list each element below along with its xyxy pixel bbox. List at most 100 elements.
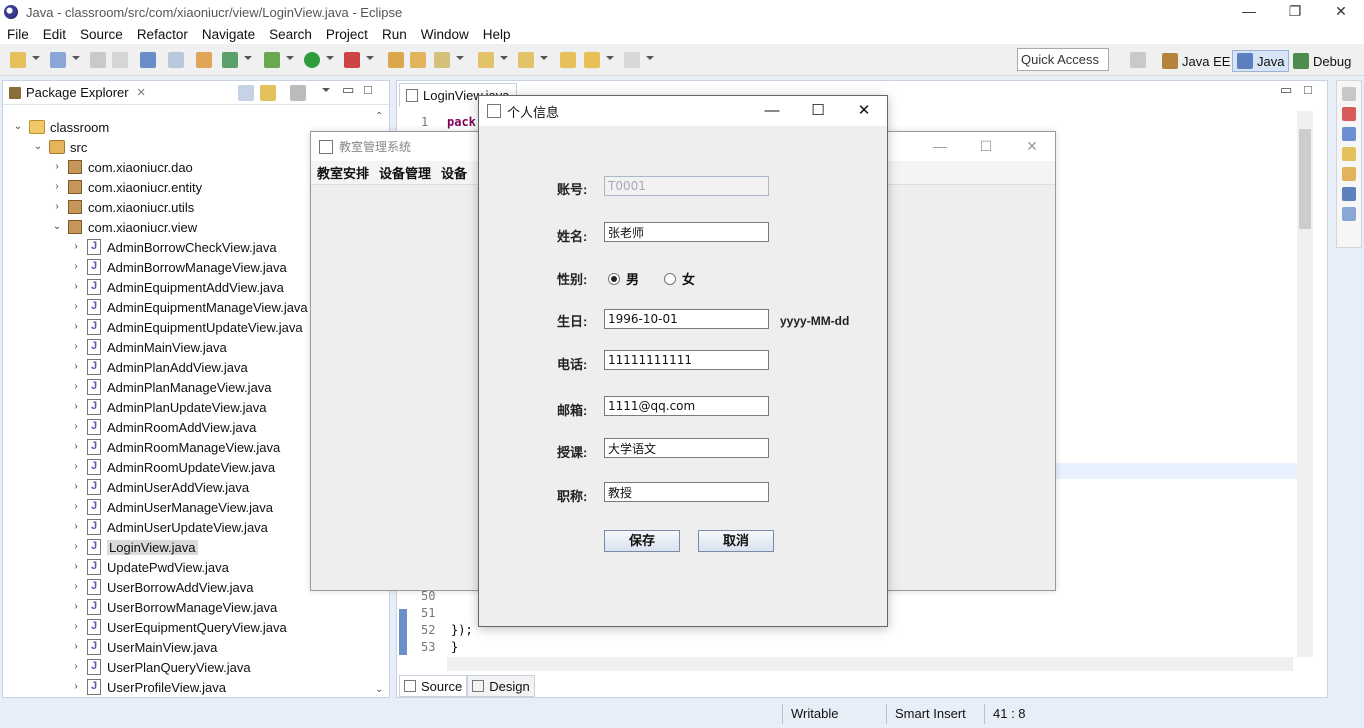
menu-window[interactable]: Window — [414, 27, 476, 42]
collapse-all-icon[interactable] — [238, 85, 254, 101]
tree-file-item[interactable]: › AdminPlanManageView.java — [71, 377, 272, 397]
chevron-down-icon[interactable]: ⌄ — [33, 142, 43, 152]
chevron-right-icon[interactable]: › — [71, 622, 81, 632]
chevron-right-icon[interactable]: › — [71, 562, 81, 572]
next-annotation-icon[interactable] — [478, 52, 494, 68]
chevron-down-icon[interactable]: ⌄ — [13, 122, 23, 132]
debug-icon[interactable] — [264, 52, 280, 68]
chevron-right-icon[interactable]: › — [71, 502, 81, 512]
outline-icon[interactable] — [1342, 207, 1356, 221]
terminal-icon[interactable] — [140, 52, 156, 68]
forward-icon[interactable] — [624, 52, 640, 68]
chevron-down-icon[interactable] — [606, 56, 614, 60]
tree-file-item[interactable]: › UpdatePwdView.java — [71, 557, 229, 577]
skip-breakpoints-icon[interactable] — [168, 52, 184, 68]
chevron-down-icon[interactable] — [244, 56, 252, 60]
chevron-right-icon[interactable]: › — [71, 242, 81, 252]
tree-file-item[interactable]: › AdminUserAddView.java — [71, 477, 249, 497]
tree-file-item[interactable]: › AdminUserManageView.java — [71, 497, 273, 517]
chevron-right-icon[interactable]: › — [52, 202, 62, 212]
email-field[interactable] — [604, 396, 769, 416]
close-button[interactable]: ✕ — [841, 96, 887, 126]
tab-source[interactable]: Source — [399, 675, 468, 697]
javadoc-icon[interactable] — [1342, 127, 1356, 141]
chevron-down-icon[interactable] — [72, 56, 80, 60]
back-icon[interactable] — [584, 52, 600, 68]
tree-file-item[interactable]: › AdminRoomManageView.java — [71, 437, 280, 457]
gender-female-radio[interactable]: 女 — [664, 269, 695, 288]
menu-classroom-arrangement[interactable]: 教室安排 — [317, 163, 369, 182]
editor-horizontal-scrollbar[interactable] — [447, 657, 1293, 671]
open-folder-icon[interactable] — [410, 52, 426, 68]
console-icon[interactable] — [1342, 187, 1356, 201]
previous-annotation-icon[interactable] — [518, 52, 534, 68]
chevron-down-icon[interactable] — [366, 56, 374, 60]
problems-icon[interactable] — [1342, 107, 1356, 121]
chevron-right-icon[interactable]: › — [71, 522, 81, 532]
chevron-down-icon[interactable] — [456, 56, 464, 60]
tree-file-item[interactable]: › AdminBorrowCheckView.java — [71, 237, 277, 257]
minimize-view-icon[interactable]: ▭ — [342, 82, 354, 98]
open-type-icon[interactable] — [388, 52, 404, 68]
tree-project-classroom[interactable]: ⌄ classroom — [13, 117, 109, 137]
maximize-editor-icon[interactable]: □ — [1304, 82, 1312, 97]
menu-navigate[interactable]: Navigate — [195, 27, 262, 42]
chevron-up-icon[interactable]: ⌃ — [375, 111, 383, 122]
chevron-right-icon[interactable]: › — [71, 322, 81, 332]
maximize-view-icon[interactable]: □ — [364, 82, 372, 97]
declaration-icon[interactable] — [1342, 147, 1356, 161]
chevron-right-icon[interactable]: › — [71, 582, 81, 592]
chevron-right-icon[interactable]: › — [71, 482, 81, 492]
tree-file-item[interactable]: › AdminUserUpdateView.java — [71, 517, 268, 537]
view-menu-icon[interactable] — [322, 88, 330, 92]
tree-file-item[interactable]: › AdminBorrowManageView.java — [71, 257, 287, 277]
pen-icon[interactable] — [434, 52, 450, 68]
minimize-button[interactable]: — — [917, 132, 963, 160]
maximize-button[interactable]: ☐ — [795, 96, 841, 126]
new-icon[interactable] — [10, 52, 26, 68]
last-edit-icon[interactable] — [560, 52, 576, 68]
chevron-down-icon[interactable] — [32, 56, 40, 60]
tree-file-item[interactable]: › UserBorrowAddView.java — [71, 577, 253, 597]
perspective-java-ee[interactable]: Java EE — [1158, 50, 1234, 72]
tab-design[interactable]: Design — [467, 675, 535, 697]
focus-icon[interactable] — [290, 85, 306, 101]
chevron-right-icon[interactable]: › — [71, 302, 81, 312]
menu-run[interactable]: Run — [375, 27, 414, 42]
menu-refactor[interactable]: Refactor — [130, 27, 195, 42]
chevron-down-icon[interactable]: ⌄ — [52, 222, 62, 232]
chevron-right-icon[interactable]: › — [71, 662, 81, 672]
package-explorer-tab[interactable]: Package Explorer ✕ — [3, 85, 152, 100]
build-icon[interactable] — [196, 52, 212, 68]
close-icon[interactable]: ✕ — [137, 86, 146, 99]
quick-access-input[interactable] — [1017, 48, 1109, 71]
save-all-icon[interactable] — [112, 52, 128, 68]
tree-file-item[interactable]: › AdminEquipmentUpdateView.java — [71, 317, 303, 337]
menu-help[interactable]: Help — [476, 27, 518, 42]
chevron-right-icon[interactable]: › — [71, 462, 81, 472]
tree-file-item[interactable]: › LoginView.java — [71, 537, 198, 557]
chevron-down-icon[interactable] — [500, 56, 508, 60]
open-perspective-icon[interactable] — [1130, 52, 1146, 68]
tree-file-item[interactable]: › AdminMainView.java — [71, 337, 227, 357]
tree-file-item[interactable]: › UserPlanQueryView.java — [71, 657, 251, 677]
tree-package[interactable]: › com.xiaoniucr.entity — [52, 177, 202, 197]
chevron-down-icon[interactable]: ⌄ — [375, 684, 383, 695]
perspective-debug[interactable]: Debug — [1289, 50, 1355, 72]
new-package-icon[interactable] — [50, 52, 66, 68]
chevron-down-icon[interactable] — [286, 56, 294, 60]
chevron-down-icon[interactable] — [540, 56, 548, 60]
cancel-button[interactable]: 取消 — [698, 530, 774, 552]
menu-project[interactable]: Project — [319, 27, 375, 42]
tree-file-item[interactable]: › UserBorrowManageView.java — [71, 597, 277, 617]
chevron-right-icon[interactable]: › — [52, 182, 62, 192]
tree-package[interactable]: ⌄ com.xiaoniucr.view — [52, 217, 197, 237]
save-button[interactable]: 保存 — [604, 530, 680, 552]
chevron-down-icon[interactable] — [326, 56, 334, 60]
phone-field[interactable] — [604, 350, 769, 370]
chevron-right-icon[interactable]: › — [52, 162, 62, 172]
minimize-button[interactable]: — — [1226, 0, 1272, 24]
chevron-right-icon[interactable]: › — [71, 602, 81, 612]
chevron-down-icon[interactable] — [646, 56, 654, 60]
chevron-right-icon[interactable]: › — [71, 422, 81, 432]
